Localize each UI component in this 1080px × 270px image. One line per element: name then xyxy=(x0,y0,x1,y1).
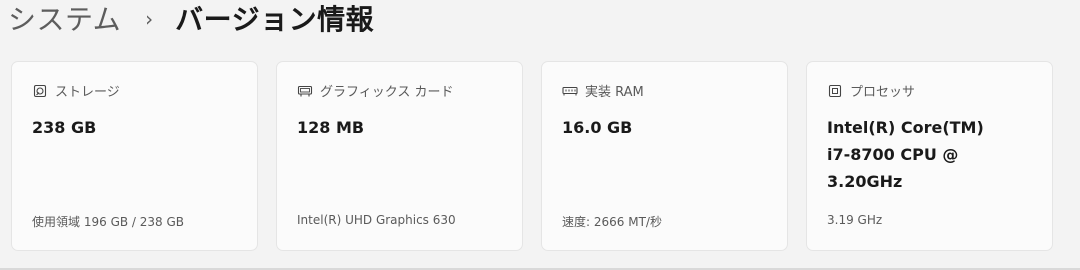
ram-detail-label: 速度: xyxy=(562,215,591,229)
processor-detail: 3.19 GHz xyxy=(827,213,882,227)
processor-value: Intel(R) Core(TM) i7-8700 CPU @ 3.20GHz xyxy=(827,118,984,191)
memory-icon xyxy=(562,83,578,99)
chevron-right-icon: › xyxy=(145,7,154,31)
graphics-card-icon xyxy=(297,83,313,99)
card-header: ストレージ xyxy=(32,81,120,100)
spec-cards: ストレージ 238 GB 使用領域 196 GB / 238 GB グラフィック… xyxy=(11,61,1053,251)
storage-icon xyxy=(32,83,48,99)
card-label-graphics: グラフィックス カード xyxy=(320,85,454,100)
ram-detail: 速度: 2666 MT/秒 xyxy=(562,213,662,230)
card-label-processor: プロセッサ xyxy=(850,85,916,100)
graphics-value: 128 MB xyxy=(297,118,365,137)
card-header: グラフィックス カード xyxy=(297,81,453,100)
card-label-ram: 実装 RAM xyxy=(585,85,644,100)
storage-value: 238 GB xyxy=(32,118,97,137)
ram-card: 実装 RAM 16.0 GB 速度: 2666 MT/秒 xyxy=(541,61,788,251)
processor-detail-value: 3.19 GHz xyxy=(827,213,883,227)
processor-icon xyxy=(827,83,843,99)
card-header: 実装 RAM xyxy=(562,81,644,100)
storage-card: ストレージ 238 GB 使用領域 196 GB / 238 GB xyxy=(11,61,258,251)
breadcrumb: システム › バージョン情報 xyxy=(8,0,374,40)
ram-value: 16.0 GB xyxy=(562,118,633,137)
breadcrumb-parent-system[interactable]: システム xyxy=(8,0,121,38)
graphics-card-card: グラフィックス カード 128 MB Intel(R) UHD Graphics… xyxy=(276,61,523,251)
ram-detail-value: 2666 MT/秒 xyxy=(593,215,662,229)
graphics-detail-value: Intel(R) UHD Graphics 630 xyxy=(297,213,456,227)
card-label-storage: ストレージ xyxy=(55,85,120,100)
page-title: バージョン情報 xyxy=(175,3,375,36)
storage-detail: 使用領域 196 GB / 238 GB xyxy=(32,213,184,230)
graphics-detail: Intel(R) UHD Graphics 630 xyxy=(297,213,456,227)
processor-card: プロセッサ Intel(R) Core(TM) i7-8700 CPU @ 3.… xyxy=(806,61,1053,251)
card-header: プロセッサ xyxy=(827,81,915,100)
storage-detail-label: 使用領域 xyxy=(32,215,81,229)
storage-detail-value: 196 GB / 238 GB xyxy=(83,215,185,229)
